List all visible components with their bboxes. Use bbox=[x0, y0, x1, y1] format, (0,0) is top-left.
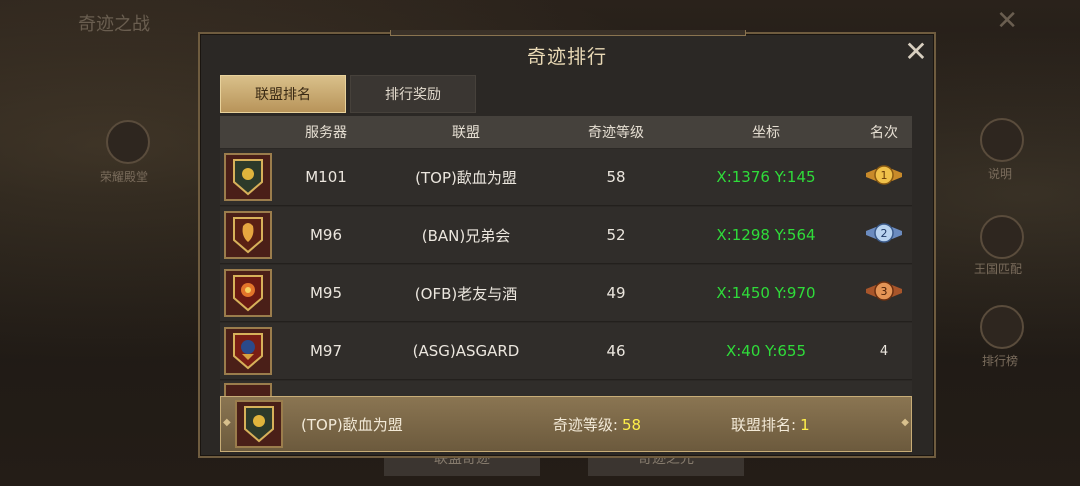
my-alliance-emblem-icon bbox=[235, 400, 283, 448]
emblem-cell bbox=[220, 269, 276, 317]
server-cell: M101 bbox=[305, 168, 347, 186]
rank-cell: 1 bbox=[856, 163, 912, 191]
my-alliance-name: (TOP)歃血为盟 bbox=[301, 415, 403, 434]
ranking-table: 服务器 联盟 奇迹等级 坐标 名次 M101 (TOP)歃血为盟 58 X:13… bbox=[220, 116, 912, 399]
rank-cell: 4 bbox=[879, 343, 889, 359]
silver-rank-medal-icon: 2 bbox=[866, 223, 902, 243]
rank-cell: 2 bbox=[856, 221, 912, 249]
panel-top-ornament bbox=[390, 30, 746, 36]
leaderboard-icon bbox=[980, 305, 1024, 349]
coordinates-link[interactable]: X:1376 Y:145 bbox=[676, 168, 856, 186]
emblem-cell bbox=[220, 211, 276, 259]
kingdom-match-icon bbox=[980, 215, 1024, 259]
my-alliance-rank-label: 联盟排名: bbox=[731, 415, 797, 434]
table-row[interactable]: M101 (TOP)歃血为盟 58 X:1376 Y:145 1 bbox=[220, 149, 912, 206]
my-wonder-level-value: 58 bbox=[621, 415, 642, 434]
info-label: 说明 bbox=[988, 167, 1013, 181]
rank-cell: 3 bbox=[856, 279, 912, 307]
table-row[interactable]: M97 (ASG)ASGARD 46 X:40 Y:655 4 bbox=[220, 323, 912, 380]
coordinates-link[interactable]: X:1450 Y:970 bbox=[676, 284, 856, 302]
my-alliance-bar: ◆ (TOP)歃血为盟 奇迹等级: 58 联盟排名: 1 ◆ bbox=[220, 396, 912, 452]
table-header: 服务器 联盟 奇迹等级 坐标 名次 bbox=[220, 116, 912, 148]
wonder-ranking-panel: 奇迹排行 ✕ 联盟排名 排行奖励 服务器 联盟 奇迹等级 坐标 名次 M101 … bbox=[198, 30, 936, 458]
my-alliance-rank: 联盟排名: 1 bbox=[731, 414, 810, 435]
my-alliance-rank-value: 1 bbox=[800, 415, 810, 434]
emblem-cell bbox=[220, 153, 276, 201]
alliance-cell: (TOP)歃血为盟 bbox=[415, 168, 517, 187]
tab-alliance-ranking[interactable]: 联盟排名 bbox=[220, 75, 346, 113]
header-server: 服务器 bbox=[305, 125, 347, 141]
close-icon: ✕ bbox=[904, 35, 928, 68]
bronze-rank-medal-icon: 3 bbox=[866, 281, 902, 301]
alliance-emblem-icon bbox=[224, 269, 272, 317]
medal-rank-number: 2 bbox=[881, 227, 888, 240]
alliance-emblem-icon bbox=[224, 211, 272, 259]
emblem-cell bbox=[220, 327, 276, 375]
alliance-emblem-icon bbox=[224, 327, 272, 375]
tab-bar: 联盟排名 排行奖励 bbox=[220, 75, 476, 113]
header-rank: 名次 bbox=[870, 125, 898, 141]
panel-title: 奇迹排行 bbox=[526, 46, 607, 68]
server-cell: M95 bbox=[309, 284, 343, 302]
level-cell: 58 bbox=[606, 168, 626, 186]
coordinates-link[interactable]: X:40 Y:655 bbox=[676, 342, 856, 360]
header-alliance: 联盟 bbox=[452, 125, 480, 141]
alliance-cell: (OFB)老友与酒 bbox=[414, 284, 518, 303]
my-wonder-level-label: 奇迹等级: bbox=[552, 415, 618, 434]
bar-ornament-left-icon: ◆ bbox=[223, 417, 231, 428]
server-cell: M96 bbox=[309, 226, 343, 244]
header-wonder-level: 奇迹等级 bbox=[588, 125, 644, 141]
coordinates-link[interactable]: X:1298 Y:564 bbox=[676, 226, 856, 244]
bar-ornament-right-icon: ◆ bbox=[901, 417, 909, 428]
info-icon bbox=[980, 118, 1024, 162]
background-title: 奇迹之战 bbox=[78, 14, 150, 35]
hall-of-glory-icon bbox=[106, 120, 150, 164]
header-coordinates: 坐标 bbox=[752, 125, 780, 141]
medal-rank-number: 1 bbox=[881, 169, 888, 182]
tab-ranking-rewards[interactable]: 排行奖励 bbox=[350, 75, 476, 113]
medal-rank-number: 3 bbox=[881, 285, 888, 298]
server-cell: M97 bbox=[309, 342, 343, 360]
background-close-icon: ✕ bbox=[996, 6, 1018, 36]
kingdom-match-label: 王国匹配 bbox=[974, 262, 1023, 276]
level-cell: 49 bbox=[606, 284, 626, 302]
leaderboard-label: 排行榜 bbox=[982, 354, 1019, 368]
table-row[interactable]: M96 (BAN)兄弟会 52 X:1298 Y:564 2 bbox=[220, 207, 912, 264]
level-cell: 46 bbox=[606, 342, 626, 360]
alliance-emblem-icon bbox=[224, 153, 272, 201]
table-row[interactable]: M95 (OFB)老友与酒 49 X:1450 Y:970 3 bbox=[220, 265, 912, 322]
gold-rank-medal-icon: 1 bbox=[866, 165, 902, 185]
alliance-cell: (ASG)ASGARD bbox=[412, 342, 520, 360]
my-wonder-level: 奇迹等级: 58 bbox=[487, 414, 707, 435]
alliance-cell: (BAN)兄弟会 bbox=[421, 226, 511, 245]
hall-of-glory-label: 荣耀殿堂 bbox=[100, 170, 149, 184]
close-button[interactable]: ✕ bbox=[902, 38, 930, 66]
level-cell: 52 bbox=[606, 226, 626, 244]
